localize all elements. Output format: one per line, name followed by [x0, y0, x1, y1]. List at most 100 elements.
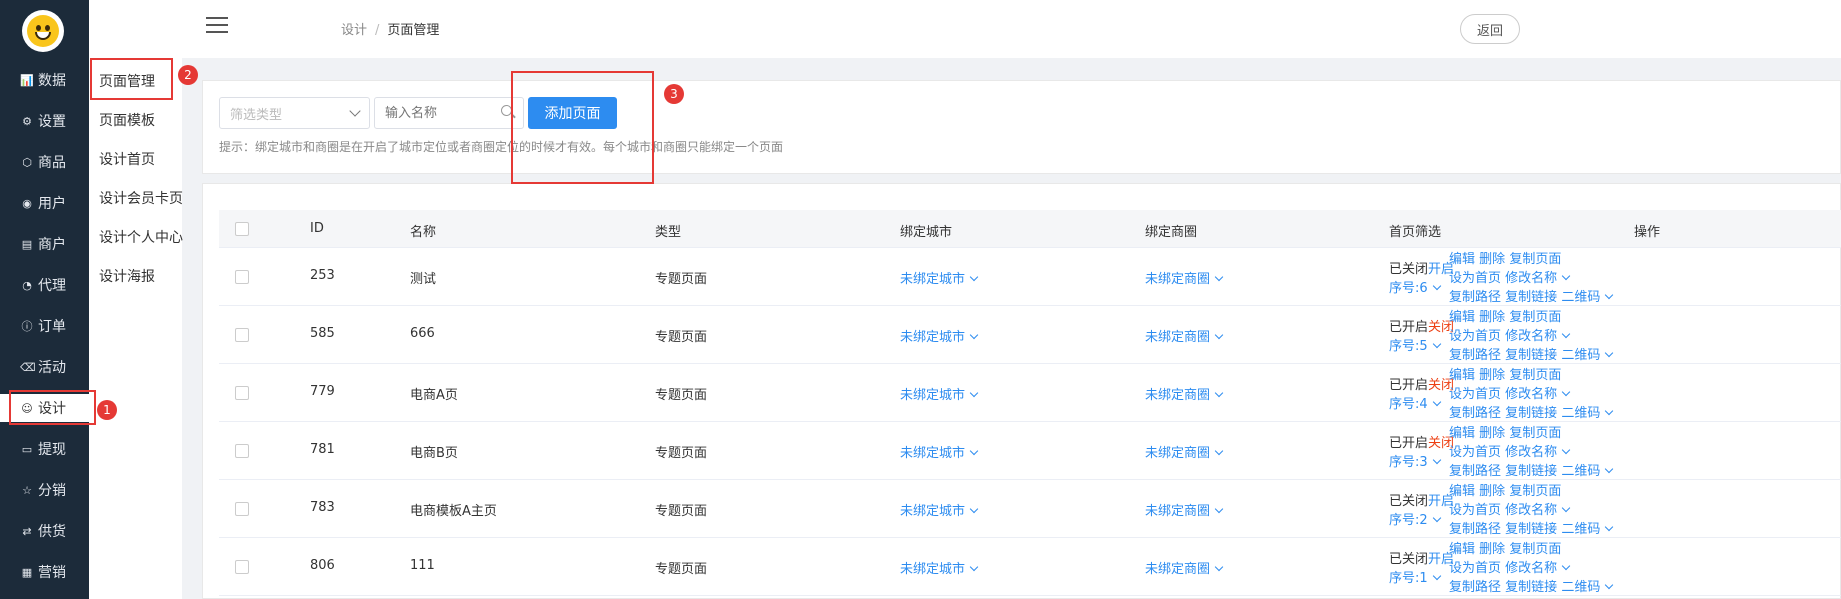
sidebar-item-7[interactable]: ⌫ 活动 — [0, 353, 89, 381]
district-binding-dropdown[interactable]: 未绑定商圈 — [1145, 384, 1224, 403]
rename-dropdown[interactable]: 修改名称 — [1505, 387, 1571, 402]
copy-page-link[interactable]: 复制页面 — [1509, 252, 1561, 267]
order-dropdown[interactable]: 序号:3 — [1389, 451, 1441, 470]
submenu-item-2[interactable]: 设计首页 — [99, 149, 155, 169]
copy-link-link[interactable]: 复制链接 — [1505, 580, 1557, 595]
copy-page-link[interactable]: 复制页面 — [1509, 368, 1561, 383]
set-home-link[interactable]: 设为首页 — [1449, 445, 1501, 460]
sidebar-item-0[interactable]: 📊 数据 — [0, 66, 89, 94]
row-checkbox[interactable] — [235, 502, 249, 516]
city-binding-dropdown[interactable]: 未绑定城市 — [900, 384, 979, 403]
copy-link-link[interactable]: 复制链接 — [1505, 464, 1557, 479]
breadcrumb-parent[interactable]: 设计 — [341, 23, 367, 38]
sidebar-item-5[interactable]: ◔ 代理 — [0, 271, 89, 299]
district-binding-dropdown[interactable]: 未绑定商圈 — [1145, 326, 1224, 345]
district-binding-dropdown[interactable]: 未绑定商圈 — [1145, 558, 1224, 577]
sidebar-item-2[interactable]: ⬡ 商品 — [0, 148, 89, 176]
copy-path-link[interactable]: 复制路径 — [1449, 290, 1501, 305]
order-label: 序号:6 — [1389, 281, 1428, 296]
sidebar-item-4[interactable]: ▤ 商户 — [0, 230, 89, 258]
district-binding-dropdown[interactable]: 未绑定商圈 — [1145, 442, 1224, 461]
sidebar-item-3[interactable]: ◉ 用户 — [0, 189, 89, 217]
sidebar-item-6[interactable]: ⓘ 订单 — [0, 312, 89, 340]
rename-dropdown[interactable]: 修改名称 — [1505, 271, 1571, 286]
rename-dropdown[interactable]: 修改名称 — [1505, 329, 1571, 344]
row-checkbox[interactable] — [235, 444, 249, 458]
order-icon: ⓘ — [21, 320, 33, 333]
delete-link[interactable]: 删除 — [1479, 252, 1505, 267]
row-checkbox[interactable] — [235, 328, 249, 342]
copy-page-link[interactable]: 复制页面 — [1509, 426, 1561, 441]
sidebar-item-11[interactable]: ⇄ 供货 — [0, 517, 89, 545]
copy-path-link[interactable]: 复制路径 — [1449, 522, 1501, 537]
set-home-link[interactable]: 设为首页 — [1449, 387, 1501, 402]
order-dropdown[interactable]: 序号:2 — [1389, 509, 1441, 528]
type-filter-select[interactable]: 筛选类型 — [219, 97, 370, 129]
order-dropdown[interactable]: 序号:5 — [1389, 335, 1441, 354]
copy-link-link[interactable]: 复制链接 — [1505, 348, 1557, 363]
sidebar-item-10[interactable]: ☆ 分销 — [0, 476, 89, 504]
city-binding-dropdown[interactable]: 未绑定城市 — [900, 442, 979, 461]
set-home-link[interactable]: 设为首页 — [1449, 503, 1501, 518]
set-home-link[interactable]: 设为首页 — [1449, 329, 1501, 344]
edit-link[interactable]: 编辑 — [1449, 542, 1475, 557]
set-home-link[interactable]: 设为首页 — [1449, 561, 1501, 576]
qrcode-dropdown[interactable]: 二维码 — [1561, 406, 1614, 421]
copy-path-link[interactable]: 复制路径 — [1449, 348, 1501, 363]
copy-link-link[interactable]: 复制链接 — [1505, 522, 1557, 537]
qrcode-label: 二维码 — [1561, 580, 1601, 595]
copy-path-link[interactable]: 复制路径 — [1449, 580, 1501, 595]
copy-link-link[interactable]: 复制链接 — [1505, 290, 1557, 305]
qrcode-dropdown[interactable]: 二维码 — [1561, 580, 1614, 595]
set-home-link[interactable]: 设为首页 — [1449, 271, 1501, 286]
submenu-item-4[interactable]: 设计个人中心 — [99, 227, 183, 247]
copy-path-link[interactable]: 复制路径 — [1449, 406, 1501, 421]
row-checkbox[interactable] — [235, 560, 249, 574]
copy-page-link[interactable]: 复制页面 — [1509, 310, 1561, 325]
delete-link[interactable]: 删除 — [1479, 542, 1505, 557]
qrcode-dropdown[interactable]: 二维码 — [1561, 464, 1614, 479]
order-dropdown[interactable]: 序号:4 — [1389, 393, 1441, 412]
district-binding-dropdown[interactable]: 未绑定商圈 — [1145, 500, 1224, 519]
order-dropdown[interactable]: 序号:6 — [1389, 277, 1441, 296]
copy-page-link[interactable]: 复制页面 — [1509, 542, 1561, 557]
select-all-checkbox[interactable] — [235, 222, 249, 236]
order-label: 序号:1 — [1389, 571, 1428, 586]
rename-dropdown[interactable]: 修改名称 — [1505, 561, 1571, 576]
back-button[interactable]: 返回 — [1460, 14, 1520, 44]
delete-link[interactable]: 删除 — [1479, 368, 1505, 383]
copy-page-link[interactable]: 复制页面 — [1509, 484, 1561, 499]
delete-link[interactable]: 删除 — [1479, 426, 1505, 441]
district-binding-dropdown[interactable]: 未绑定商圈 — [1145, 268, 1224, 287]
rename-dropdown[interactable]: 修改名称 — [1505, 445, 1571, 460]
sidebar-item-9[interactable]: ▭ 提现 — [0, 435, 89, 463]
submenu-item-3[interactable]: 设计会员卡页 — [99, 188, 183, 208]
row-type: 专题页面 — [655, 272, 708, 287]
edit-link[interactable]: 编辑 — [1449, 310, 1475, 325]
qrcode-dropdown[interactable]: 二维码 — [1561, 290, 1614, 305]
edit-link[interactable]: 编辑 — [1449, 426, 1475, 441]
row-checkbox[interactable] — [235, 386, 249, 400]
row-checkbox[interactable] — [235, 270, 249, 284]
edit-link[interactable]: 编辑 — [1449, 252, 1475, 267]
menu-toggle-icon[interactable] — [206, 17, 228, 38]
city-binding-dropdown[interactable]: 未绑定城市 — [900, 268, 979, 287]
edit-link[interactable]: 编辑 — [1449, 368, 1475, 383]
card-icon: ▭ — [21, 442, 33, 456]
city-binding-dropdown[interactable]: 未绑定城市 — [900, 326, 979, 345]
delete-link[interactable]: 删除 — [1479, 310, 1505, 325]
sidebar-item-12[interactable]: ▦ 营销 — [0, 558, 89, 586]
delete-link[interactable]: 删除 — [1479, 484, 1505, 499]
qrcode-dropdown[interactable]: 二维码 — [1561, 348, 1614, 363]
copy-path-link[interactable]: 复制路径 — [1449, 464, 1501, 479]
submenu-item-5[interactable]: 设计海报 — [99, 266, 155, 286]
order-dropdown[interactable]: 序号:1 — [1389, 567, 1441, 586]
copy-link-link[interactable]: 复制链接 — [1505, 406, 1557, 421]
edit-link[interactable]: 编辑 — [1449, 484, 1475, 499]
city-binding-dropdown[interactable]: 未绑定城市 — [900, 558, 979, 577]
qrcode-dropdown[interactable]: 二维码 — [1561, 522, 1614, 537]
submenu-item-1[interactable]: 页面模板 — [99, 110, 155, 130]
city-binding-dropdown[interactable]: 未绑定城市 — [900, 500, 979, 519]
sidebar-item-1[interactable]: ⚙ 设置 — [0, 107, 89, 135]
rename-dropdown[interactable]: 修改名称 — [1505, 503, 1571, 518]
